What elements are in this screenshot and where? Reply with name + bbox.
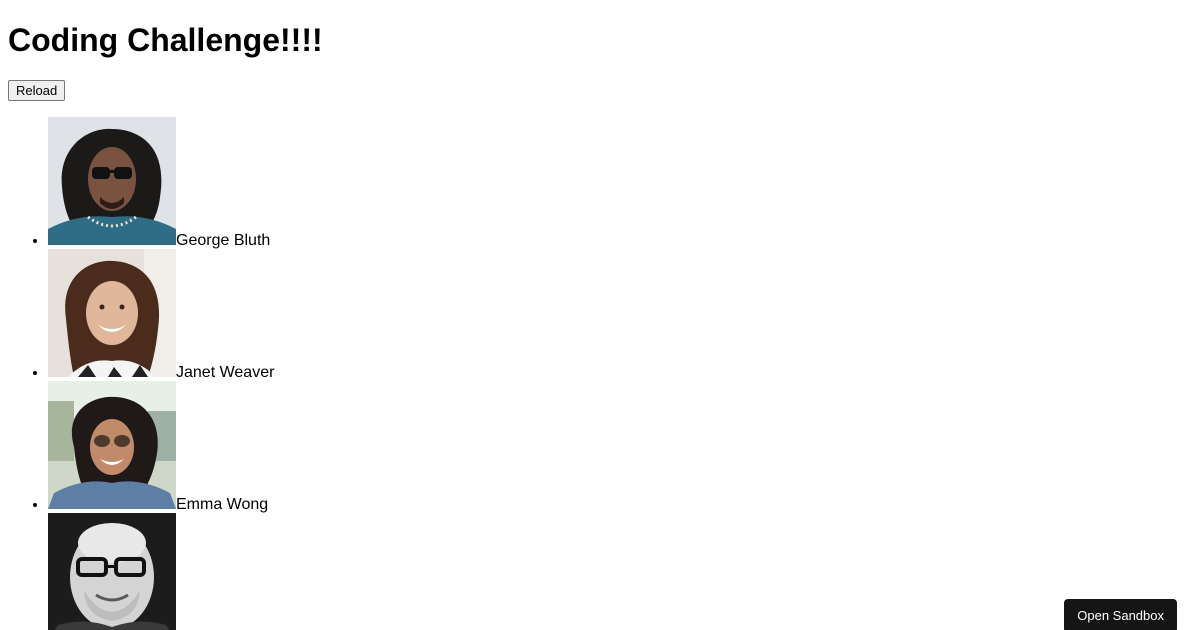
avatar-photo-icon [48, 117, 176, 245]
list-item [48, 513, 1192, 630]
list-item: Emma Wong [48, 381, 1192, 513]
list-item: George Bluth [48, 117, 1192, 249]
avatar-photo-icon [48, 513, 176, 630]
avatar [48, 117, 176, 245]
user-name: Emma Wong [176, 496, 269, 513]
avatar [48, 381, 176, 509]
user-name: George Bluth [176, 232, 271, 249]
page-title: Coding Challenge!!!! [8, 22, 323, 58]
avatar [48, 513, 176, 630]
open-sandbox-button[interactable]: Open Sandbox [1064, 599, 1177, 630]
page: Coding Challenge!!!! Reload George Bluth [0, 21, 1200, 630]
avatar [48, 249, 176, 377]
avatar-photo-icon [48, 249, 176, 377]
avatar-photo-icon [48, 381, 176, 509]
user-list: George Bluth Janet Weaver [8, 117, 1192, 630]
reload-button[interactable]: Reload [8, 80, 66, 101]
user-name: Janet Weaver [176, 364, 275, 381]
list-item: Janet Weaver [48, 249, 1192, 381]
